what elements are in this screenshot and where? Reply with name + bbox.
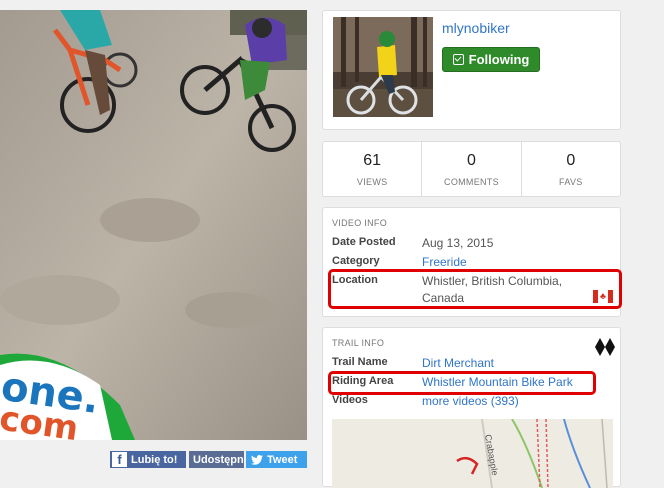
trail-info-card: TRAIL INFO Trail Name Dirt Merchant Ridi… <box>322 327 621 488</box>
comments-label: COMMENTS <box>444 177 499 187</box>
tweet-button[interactable]: Tweet <box>246 451 307 468</box>
category-link[interactable]: Freeride <box>422 255 467 269</box>
location-highlight <box>328 269 622 309</box>
video-info-card: VIDEO INFO Date Posted Aug 13, 2015 Cate… <box>322 207 622 317</box>
trail-name-label: Trail Name <box>332 356 388 368</box>
video-player[interactable]: one. com <box>0 10 307 440</box>
more-videos-link[interactable]: more videos (393) <box>422 394 519 408</box>
stats-card: 61 VIEWS 0 COMMENTS 0 FAVS <box>322 141 621 197</box>
favs-count: 0 <box>566 152 576 169</box>
trail-map[interactable]: Crabapple <box>332 419 613 488</box>
video-info-heading: VIDEO INFO <box>332 218 388 228</box>
views-label: VIEWS <box>356 177 388 187</box>
share-button[interactable]: Udostępnij <box>189 451 244 468</box>
double-black-diamond-icon <box>595 338 615 356</box>
favs-stat[interactable]: 0 FAVS <box>522 142 620 196</box>
facebook-like-button[interactable]: f Lubię to! <box>110 451 186 468</box>
comments-stat[interactable]: 0 COMMENTS <box>422 142 522 196</box>
avatar[interactable] <box>333 17 433 117</box>
comments-count: 0 <box>467 152 476 169</box>
following-button[interactable]: Following <box>442 47 540 72</box>
trail-info-heading: TRAIL INFO <box>332 338 385 348</box>
trail-name-link[interactable]: Dirt Merchant <box>422 356 494 370</box>
date-posted-label: Date Posted <box>332 236 396 248</box>
views-count: 61 <box>363 152 382 169</box>
check-square-icon <box>452 54 464 65</box>
videos-label: Videos <box>332 394 368 406</box>
video-frame-image: one. com <box>0 10 307 440</box>
views-stat: 61 VIEWS <box>323 142 423 196</box>
facebook-icon: f <box>112 452 127 467</box>
category-label: Category <box>332 255 380 267</box>
favs-label: FAVS <box>559 177 583 187</box>
username-link[interactable]: mlynobiker <box>442 20 510 36</box>
riding-area-highlight <box>328 371 596 395</box>
uploader-card: mlynobiker Following <box>322 10 621 130</box>
twitter-bird-icon <box>251 454 263 465</box>
date-posted-value: Aug 13, 2015 <box>422 236 494 250</box>
